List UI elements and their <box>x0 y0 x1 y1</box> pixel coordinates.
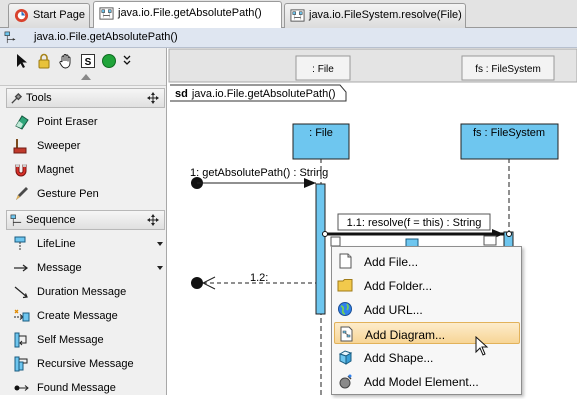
menu-item-label: Add Model Element... <box>364 375 479 389</box>
resource-catalog-icon[interactable] <box>330 236 341 247</box>
lifeline-fs-label: fs : FileSystem <box>473 127 545 139</box>
header-file-label: : File <box>312 64 334 75</box>
menu-item-add-shape[interactable]: Add Shape... <box>334 346 520 368</box>
globe-icon <box>338 302 352 316</box>
lost-message-end <box>191 277 203 289</box>
menu-item-label: Add URL... <box>364 303 423 317</box>
shape-cube-icon <box>338 350 353 365</box>
menu-item-label: Add Diagram... <box>365 328 446 342</box>
file-icon <box>339 253 352 269</box>
message-1-arrowhead <box>304 178 316 188</box>
diagram-icon <box>340 326 353 342</box>
menu-item-add-model-element[interactable]: Add Model Element... <box>334 370 520 392</box>
activation-file[interactable] <box>315 183 326 315</box>
menu-item-add-url[interactable]: Add URL... <box>334 298 520 320</box>
menu-item-label: Add Folder... <box>364 279 433 293</box>
message-1-label: 1: getAbsolutePath() : String <box>190 167 328 179</box>
header-fs-label: fs : FileSystem <box>475 64 541 75</box>
menu-item-add-file[interactable]: Add File... <box>334 250 520 272</box>
frame-label: sd java.io.File.getAbsolutePath() <box>175 88 336 100</box>
lifeline-file-label: : File <box>309 127 333 139</box>
selection-handle[interactable] <box>506 231 512 237</box>
menu-item-add-folder[interactable]: Add Folder... <box>334 274 520 296</box>
mouse-cursor-icon <box>475 336 489 356</box>
resource-return-icon[interactable] <box>483 235 497 246</box>
message-1-1-label: 1.1: resolve(f = this) : String <box>347 217 482 229</box>
menu-item-label: Add Shape... <box>364 351 434 365</box>
resource-context-menu: Add File... Add Folder... Add URL... Add… <box>331 246 522 395</box>
selection-handle[interactable] <box>322 231 328 237</box>
folder-icon <box>337 279 353 292</box>
menu-item-add-diagram[interactable]: Add Diagram... <box>334 322 520 344</box>
menu-item-label: Add File... <box>364 255 419 269</box>
model-element-icon <box>339 374 352 389</box>
message-1-2-label: 1.2: <box>250 272 268 284</box>
